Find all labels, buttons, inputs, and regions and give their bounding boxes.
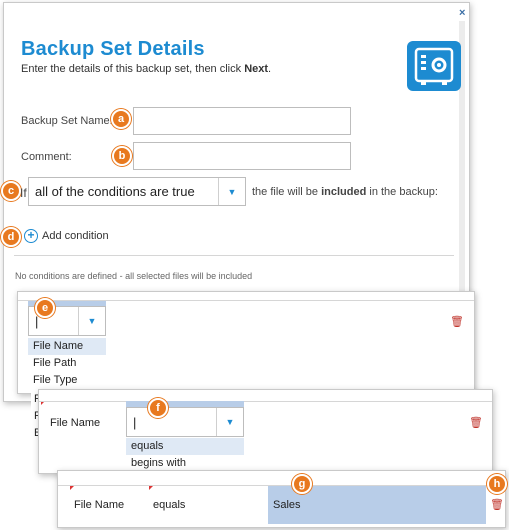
field-name-label: File Name — [50, 417, 101, 429]
operator-select-value: | — [133, 414, 137, 430]
dialog-subtitle: Enter the details of this backup set, th… — [21, 63, 271, 75]
callout-g: g — [292, 474, 312, 494]
required-marker — [149, 486, 153, 490]
backup-set-name-label: Backup Set Name: — [21, 115, 113, 127]
no-conditions-text: No conditions are defined - all selected… — [15, 271, 253, 281]
plus-circle-icon: + — [24, 229, 38, 243]
comment-label: Comment: — [21, 151, 72, 163]
field-name-label: File Name — [74, 499, 125, 511]
value-input-text: Sales — [273, 499, 301, 511]
callout-c: c — [1, 181, 21, 201]
chevron-down-icon[interactable]: ▼ — [78, 307, 105, 335]
field-option[interactable]: File Path — [28, 355, 106, 372]
field-options-list: File Name File Path File Type — [28, 338, 106, 389]
subtitle-next: Next — [244, 63, 269, 75]
match-suffix-pre: the file will be — [252, 186, 322, 198]
add-condition-button[interactable]: + Add condition — [24, 229, 109, 243]
comment-input[interactable] — [133, 142, 351, 170]
divider — [39, 401, 492, 402]
field-select-value: | — [35, 313, 39, 329]
condition-field-panel: | ▼ File Name File Path File Type 🗑 — [17, 291, 475, 394]
callout-f: f — [148, 398, 168, 418]
operator-label: equals — [153, 499, 186, 511]
match-suffix: the file will be included in the backup: — [252, 186, 438, 198]
trash-icon[interactable]: 🗑 — [450, 315, 464, 328]
trash-icon[interactable]: 🗑 — [469, 416, 483, 429]
match-suffix-included: included — [321, 186, 367, 198]
condition-operator-panel: File Name | ▼ equals begins with 🗑 — [38, 389, 493, 474]
condition-match-select[interactable]: all of the conditions are true ▼ — [28, 177, 246, 206]
chevron-down-icon[interactable]: ▼ — [218, 178, 245, 205]
operator-options-list: equals begins with — [126, 438, 244, 472]
callout-a: a — [111, 109, 131, 129]
page-title: Backup Set Details — [21, 38, 205, 60]
subtitle-end: . — [268, 63, 272, 75]
operator-select[interactable]: | ▼ — [126, 407, 244, 437]
trash-icon[interactable]: 🗑 — [490, 498, 504, 511]
add-condition-label: Add condition — [42, 230, 109, 242]
condition-value-panel: File Name equals Sales 🗑 — [57, 470, 506, 528]
subtitle-text: Enter the details of this backup set, th… — [21, 63, 245, 75]
callout-d: d — [1, 227, 21, 247]
callout-h: h — [487, 474, 507, 494]
if-label: If — [20, 186, 27, 200]
divider — [14, 255, 454, 256]
field-option[interactable]: File Name — [28, 338, 106, 355]
field-option[interactable]: File Type — [28, 372, 106, 389]
callout-e: e — [35, 298, 55, 318]
safe-icon — [407, 41, 461, 91]
close-icon[interactable]: × — [459, 7, 465, 19]
match-suffix-post: in the backup: — [366, 186, 438, 198]
chevron-down-icon[interactable]: ▼ — [216, 408, 243, 436]
backup-set-name-input[interactable] — [133, 107, 351, 135]
required-marker — [70, 486, 74, 490]
callout-b: b — [112, 146, 132, 166]
operator-option[interactable]: equals — [126, 438, 244, 455]
condition-match-value: all of the conditions are true — [35, 184, 195, 199]
